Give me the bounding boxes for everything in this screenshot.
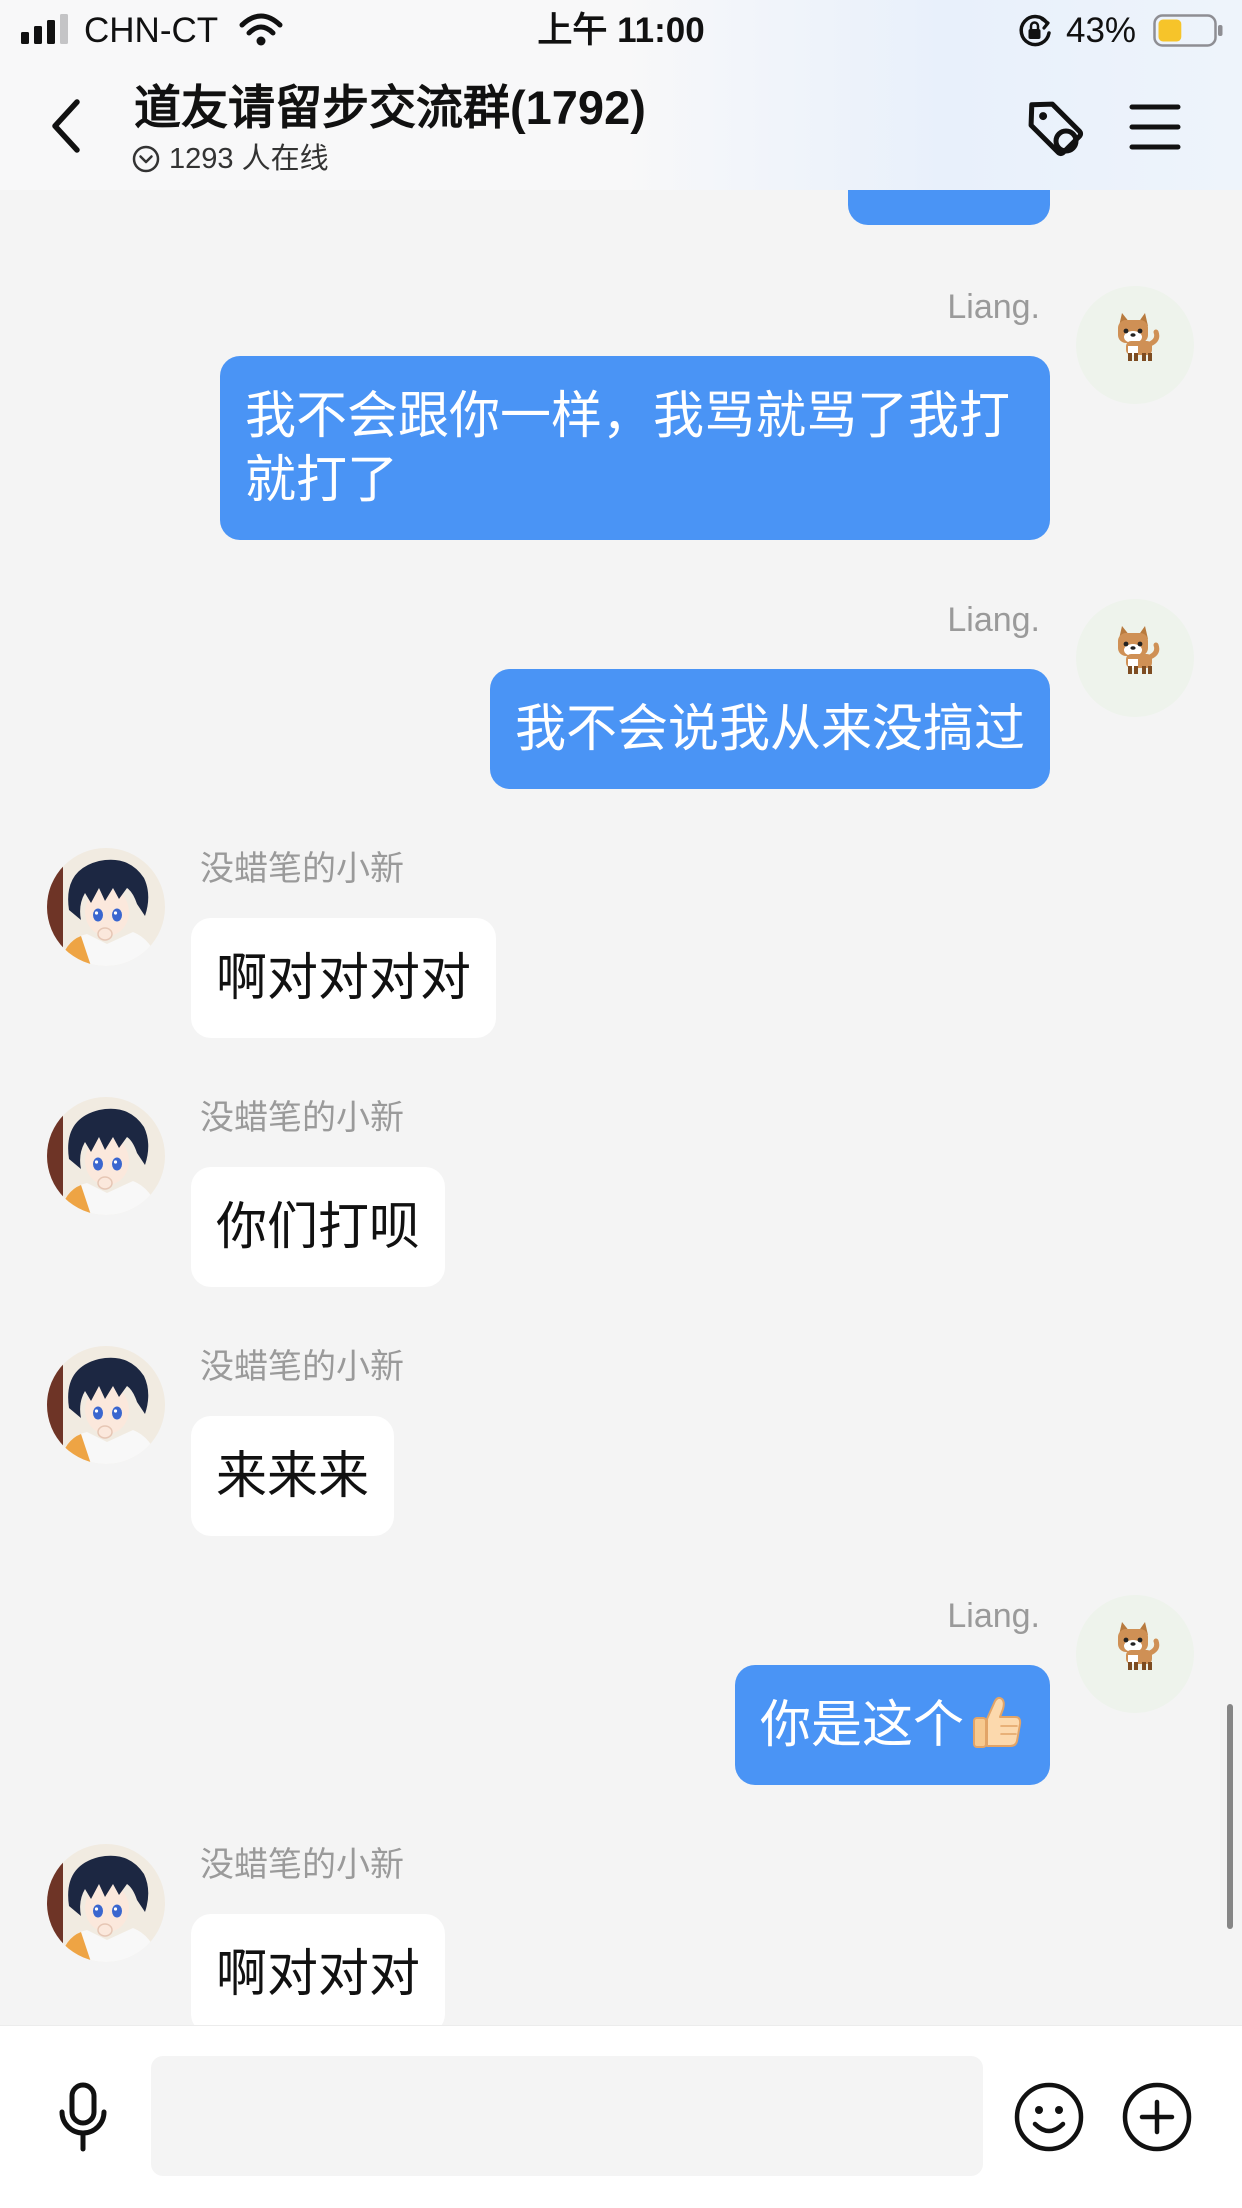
sender-name: 没蜡笔的小新	[200, 850, 404, 888]
message-row: 没蜡笔的小新来来来	[0, 1346, 1242, 1536]
anime-boy-avatar[interactable]	[47, 1844, 165, 1962]
group-title: 道友请留步交流群(1792)	[134, 81, 646, 134]
microphone-icon[interactable]	[55, 2081, 111, 2155]
anime-boy-icon	[47, 848, 165, 966]
battery-icon	[1153, 14, 1223, 47]
outgoing-message-bubble[interactable]: 我不会说我从来没搞过	[489, 669, 1050, 789]
chevron-left-icon[interactable]	[46, 98, 86, 154]
menu-icon[interactable]	[1128, 102, 1182, 152]
shiba-dog-icon	[1076, 599, 1194, 717]
anime-boy-icon	[47, 1346, 165, 1464]
anime-boy-avatar[interactable]	[47, 1346, 165, 1464]
message-text: 我不会说我从来没搞过	[514, 700, 1025, 757]
chat-area[interactable]: Liang. 我不会跟你一样，我骂就骂了我打就打了 Liang. 我不会说我从来没搞…	[0, 0, 1242, 2025]
sender-name: 没蜡笔的小新	[200, 1099, 404, 1137]
message-row: Liang. 我不会跟你一样，我骂就骂了我打就打了	[0, 286, 1242, 540]
thumbs-up-icon	[973, 1696, 1022, 1748]
sender-name: Liang.	[947, 601, 1040, 639]
tag-icon[interactable]	[1017, 91, 1089, 161]
chevron-circle-icon	[132, 145, 160, 173]
online-count: 1293 人在线	[169, 143, 329, 175]
shiba-dog-icon	[1076, 1595, 1194, 1713]
message-text: 来来来	[216, 1447, 370, 1504]
outgoing-message-bubble[interactable]: 你是这个	[734, 1665, 1050, 1785]
anime-boy-avatar[interactable]	[47, 1097, 165, 1215]
incoming-message-bubble[interactable]: 啊对对对对	[191, 918, 497, 1038]
shiba-dog-avatar[interactable]	[1076, 1595, 1194, 1713]
sender-name: 没蜡笔的小新	[200, 1348, 404, 1386]
clock: 上午 11:00	[537, 11, 705, 50]
sender-name: Liang.	[947, 288, 1040, 326]
outgoing-message-bubble[interactable]: 我不会跟你一样，我骂就骂了我打就打了	[220, 356, 1050, 540]
message-row: Liang. 我不会说我从来没搞过	[0, 599, 1242, 789]
message-text: 啊对对对	[216, 1945, 421, 2002]
message-row: 没蜡笔的小新啊对对对对	[0, 848, 1242, 1038]
anime-boy-avatar[interactable]	[47, 848, 165, 966]
input-bar	[0, 2025, 1242, 2208]
message-text: 啊对对对对	[216, 949, 472, 1006]
top-bar: CHN-CT 上午 11:00 43% 道友请留步交流群(1792) 1293 …	[0, 0, 1242, 190]
battery-fill	[1158, 19, 1182, 42]
emoji-icon[interactable]	[1013, 2081, 1085, 2153]
chat-scrollbar[interactable]	[1227, 1704, 1233, 1929]
incoming-message-bubble[interactable]: 来来来	[191, 1416, 395, 1536]
rotation-lock-icon	[1019, 14, 1051, 47]
message-text: 你是这个	[759, 1696, 964, 1753]
message-text: 你们打呗	[216, 1198, 421, 1255]
message-row: 没蜡笔的小新啊对对对	[0, 1844, 1242, 2025]
anime-boy-icon	[47, 1844, 165, 1962]
plus-circle-icon[interactable]	[1121, 2081, 1193, 2153]
message-list: Liang. 我不会跟你一样，我骂就骂了我打就打了 Liang. 我不会说我从来没搞…	[0, 0, 1242, 2025]
incoming-message-bubble[interactable]: 你们打呗	[191, 1167, 446, 1287]
message-row: Liang. 你是这个	[0, 1595, 1242, 1785]
message-row: 没蜡笔的小新你们打呗	[0, 1097, 1242, 1287]
shiba-dog-icon	[1076, 286, 1194, 404]
thumbs-up-icon	[967, 1693, 1025, 1751]
shiba-dog-avatar[interactable]	[1076, 286, 1194, 404]
sender-name: 没蜡笔的小新	[200, 1846, 404, 1884]
incoming-message-bubble[interactable]: 啊对对对	[191, 1914, 446, 2025]
message-text: 我不会跟你一样，我骂就骂了我打就打了	[245, 387, 1011, 508]
sender-name: Liang.	[947, 1597, 1040, 1635]
shiba-dog-avatar[interactable]	[1076, 599, 1194, 717]
message-input[interactable]	[151, 2056, 983, 2176]
anime-boy-icon	[47, 1097, 165, 1215]
battery-percent: 43%	[1066, 11, 1137, 50]
